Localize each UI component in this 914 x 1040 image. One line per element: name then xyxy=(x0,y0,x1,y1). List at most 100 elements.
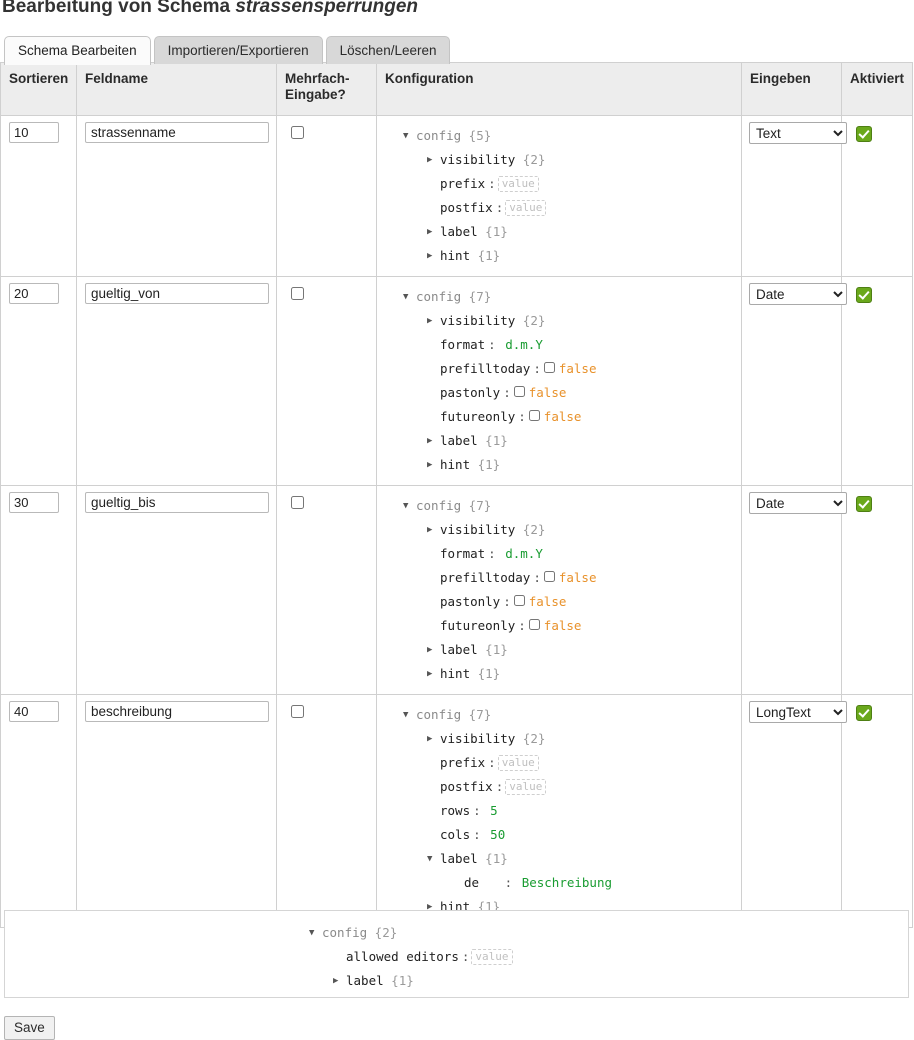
chevron-right-icon[interactable]: ▶ xyxy=(427,727,440,751)
cell-configuration: ▼config {7}▶visibility {2}▶prefix:value▶… xyxy=(377,695,742,928)
json-node-visibility[interactable]: ▶visibility {2} xyxy=(385,727,734,751)
json-node-label[interactable]: ▼label {1} xyxy=(385,847,734,871)
chevron-down-icon[interactable]: ▼ xyxy=(309,921,322,945)
json-colon: : xyxy=(459,949,472,964)
chevron-right-icon[interactable]: ▶ xyxy=(333,969,346,993)
chevron-right-icon[interactable]: ▶ xyxy=(427,638,440,662)
chevron-right-icon[interactable]: ▶ xyxy=(427,309,440,333)
json-node-prefilltoday[interactable]: ▶prefilltoday:false xyxy=(385,357,734,381)
json-node-postfix[interactable]: ▶postfix:value xyxy=(385,775,734,799)
chevron-right-icon[interactable]: ▶ xyxy=(427,220,440,244)
json-number-value[interactable]: 50 xyxy=(483,827,506,842)
multi-input-checkbox[interactable] xyxy=(291,126,304,139)
chevron-down-icon[interactable]: ▼ xyxy=(427,847,440,871)
tab-schema-bearbeiten[interactable]: Schema Bearbeiten xyxy=(4,36,151,65)
json-node-format[interactable]: ▶format: d.m.Y xyxy=(385,333,734,357)
json-node-config-root[interactable]: ▼config {2} xyxy=(291,921,908,945)
json-node-prefix[interactable]: ▶prefix:value xyxy=(385,751,734,775)
json-empty-value-placeholder[interactable]: value xyxy=(505,200,546,216)
sort-order-input[interactable] xyxy=(9,283,59,304)
chevron-right-icon[interactable]: ▶ xyxy=(427,662,440,686)
json-empty-value-placeholder[interactable]: value xyxy=(505,779,546,795)
json-node-hint[interactable]: ▶hint {1} xyxy=(385,662,734,686)
json-node-label[interactable]: ▶label {1} xyxy=(385,429,734,453)
json-node-hint[interactable]: ▶hint {1} xyxy=(385,453,734,477)
multi-input-checkbox[interactable] xyxy=(291,705,304,718)
json-boolean-checkbox[interactable] xyxy=(514,386,525,397)
json-boolean-checkbox[interactable] xyxy=(514,595,525,606)
json-config-tree[interactable]: ▼config {7}▶visibility {2}▶prefix:value▶… xyxy=(385,701,734,919)
json-node-visibility[interactable]: ▶visibility {2} xyxy=(385,309,734,333)
json-string-value[interactable]: d.m.Y xyxy=(498,546,543,561)
json-config-tree[interactable]: ▼config {7}▶visibility {2}▶format: d.m.Y… xyxy=(385,492,734,686)
sort-order-input[interactable] xyxy=(9,701,59,722)
json-node-pastonly[interactable]: ▶pastonly:false xyxy=(385,590,734,614)
json-node-rows[interactable]: ▶rows: 5 xyxy=(385,799,734,823)
chevron-right-icon[interactable]: ▶ xyxy=(427,518,440,542)
json-node-futureonly[interactable]: ▶futureonly:false xyxy=(385,614,734,638)
json-node-prefix[interactable]: ▶prefix:value xyxy=(385,172,734,196)
json-node-label[interactable]: ▶label {1} xyxy=(385,638,734,662)
chevron-down-icon[interactable]: ▼ xyxy=(403,703,416,727)
json-node-visibility[interactable]: ▶visibility {2} xyxy=(385,148,734,172)
json-node-config-root[interactable]: ▼config {7} xyxy=(385,703,734,727)
fieldname-input[interactable] xyxy=(85,122,269,143)
json-child-count: {1} xyxy=(470,457,500,472)
json-node-allowed-editors[interactable]: ▶allowed editors:value xyxy=(291,945,908,969)
multi-input-checkbox[interactable] xyxy=(291,287,304,300)
json-node-visibility[interactable]: ▶visibility {2} xyxy=(385,518,734,542)
json-node-config-root[interactable]: ▼config {7} xyxy=(385,285,734,309)
json-node-label[interactable]: ▶label {1} xyxy=(385,220,734,244)
json-config-tree[interactable]: ▼config {7}▶visibility {2}▶format: d.m.Y… xyxy=(385,283,734,477)
json-node-prefilltoday[interactable]: ▶prefilltoday:false xyxy=(385,566,734,590)
json-boolean-checkbox[interactable] xyxy=(529,410,540,421)
chevron-down-icon[interactable]: ▼ xyxy=(403,124,416,148)
multi-input-checkbox[interactable] xyxy=(291,496,304,509)
json-node-config-root[interactable]: ▼config {7} xyxy=(385,494,734,518)
json-node-format[interactable]: ▶format: d.m.Y xyxy=(385,542,734,566)
chevron-right-icon[interactable]: ▶ xyxy=(427,429,440,453)
chevron-down-icon[interactable]: ▼ xyxy=(403,494,416,518)
sort-order-input[interactable] xyxy=(9,122,59,143)
json-boolean-checkbox[interactable] xyxy=(544,362,555,373)
json-string-value[interactable]: d.m.Y xyxy=(498,337,543,352)
fieldname-input[interactable] xyxy=(85,701,269,722)
chevron-right-icon[interactable]: ▶ xyxy=(427,244,440,268)
input-type-select[interactable]: TextDateLongText xyxy=(749,283,847,305)
fieldname-input[interactable] xyxy=(85,283,269,304)
chevron-right-icon[interactable]: ▶ xyxy=(427,148,440,172)
input-type-select[interactable]: TextDateLongText xyxy=(749,122,847,144)
input-type-select[interactable]: TextDateLongText xyxy=(749,492,847,514)
tab-importieren-exportieren[interactable]: Importieren/Exportieren xyxy=(154,36,323,64)
json-boolean-checkbox[interactable] xyxy=(544,571,555,582)
save-button[interactable]: Save xyxy=(4,1016,55,1040)
json-node-cols[interactable]: ▶cols: 50 xyxy=(385,823,734,847)
json-boolean-checkbox[interactable] xyxy=(529,619,540,630)
activated-check-icon[interactable] xyxy=(856,126,872,142)
json-node-futureonly[interactable]: ▶futureonly:false xyxy=(385,405,734,429)
json-number-value[interactable]: 5 xyxy=(483,803,498,818)
activated-check-icon[interactable] xyxy=(856,705,872,721)
cell-activated xyxy=(842,277,913,486)
json-string-value[interactable]: Beschreibung xyxy=(514,875,612,890)
json-node-pastonly[interactable]: ▶pastonly:false xyxy=(385,381,734,405)
chevron-right-icon[interactable]: ▶ xyxy=(427,453,440,477)
json-boolean-value: false xyxy=(544,409,582,424)
activated-check-icon[interactable] xyxy=(856,496,872,512)
json-empty-value-placeholder[interactable]: value xyxy=(498,176,539,192)
json-node-label[interactable]: ▶label {1} xyxy=(291,969,908,993)
activated-check-icon[interactable] xyxy=(856,287,872,303)
json-config-tree[interactable]: ▼config {5}▶visibility {2}▶prefix:value▶… xyxy=(385,122,734,268)
tab-l-schen-leeren[interactable]: Löschen/Leeren xyxy=(326,36,451,64)
json-empty-value-placeholder[interactable]: value xyxy=(471,949,512,965)
fieldname-input[interactable] xyxy=(85,492,269,513)
json-node-hint[interactable]: ▶hint {1} xyxy=(385,244,734,268)
global-config-json-tree[interactable]: ▼config {2}▶allowed editors:value▶label … xyxy=(5,911,908,993)
json-node-de[interactable]: ▶de : Beschreibung xyxy=(385,871,734,895)
input-type-select[interactable]: TextDateLongText xyxy=(749,701,847,723)
sort-order-input[interactable] xyxy=(9,492,59,513)
json-empty-value-placeholder[interactable]: value xyxy=(498,755,539,771)
json-node-config-root[interactable]: ▼config {5} xyxy=(385,124,734,148)
json-node-postfix[interactable]: ▶postfix:value xyxy=(385,196,734,220)
chevron-down-icon[interactable]: ▼ xyxy=(403,285,416,309)
